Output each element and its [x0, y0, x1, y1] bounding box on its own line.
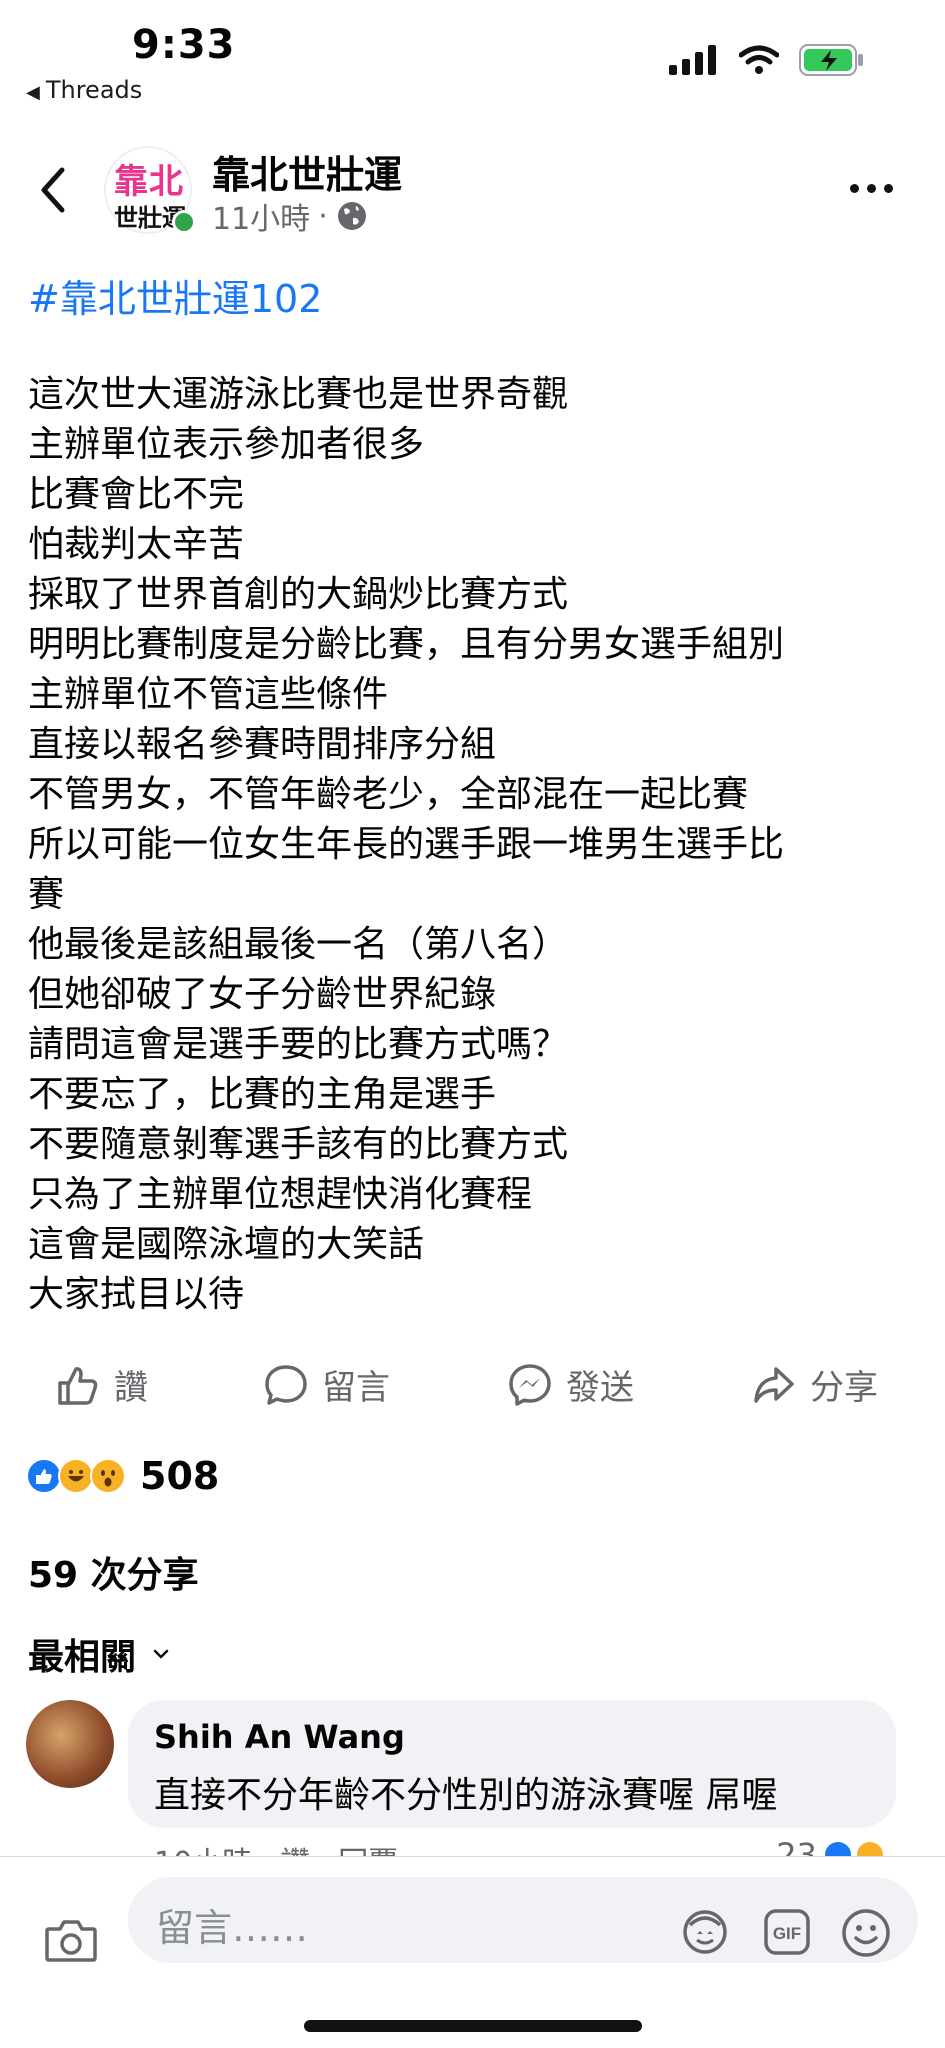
share-icon [754, 1366, 794, 1403]
post-line: 不要忘了，比賽的主角是選手 [28, 1074, 497, 1115]
post-line: 但她卻破了女子分齡世界紀錄 [28, 974, 497, 1015]
page-avatar[interactable]: 靠北 世壯運 [104, 146, 196, 234]
emoji-icon[interactable] [840, 1907, 892, 1959]
share-label: 分享 [810, 1368, 878, 1408]
reaction-count: 508 [140, 1454, 220, 1498]
post-line: 怕裁判太辛苦 [28, 524, 245, 565]
like-label: 讚 [114, 1368, 148, 1408]
post-line: 明明比賽制度是分齡比賽，且有分男女選手組別 [28, 624, 785, 665]
share-count[interactable]: 59 次分享 [28, 1546, 199, 1598]
back-triangle-icon: ◀ [26, 82, 40, 103]
comment-author[interactable]: Shih An Wang [154, 1718, 405, 1756]
home-indicator [304, 2020, 642, 2032]
chevron-down-icon [153, 1649, 169, 1659]
post-line: 這次世大運游泳比賽也是世界奇觀 [28, 374, 569, 415]
camera-icon[interactable] [44, 1917, 98, 1963]
post-line: 主辦單位不管這些條件 [28, 674, 389, 715]
gif-icon[interactable]: GIF [762, 1907, 812, 1957]
post-time[interactable]: 11小時 [212, 194, 310, 238]
battery-icon [799, 44, 863, 76]
back-arrow-icon[interactable] [32, 160, 76, 220]
post-hashtag[interactable]: #靠北世壯運102 [28, 268, 322, 323]
post-line: 所以可能一位女生年長的選手跟一堆男生選手比 [28, 824, 785, 865]
send-label: 發送 [566, 1368, 634, 1408]
haha-reaction-icon [58, 1458, 94, 1494]
post-line: 請問這會是選手要的比賽方式嗎？ [28, 1024, 569, 1065]
messenger-icon [509, 1363, 551, 1406]
sort-label: 最相關 [28, 1637, 137, 1678]
post-actions: 讚 留言 發送 分享 [0, 1360, 945, 1420]
post-body: 這次世大運游泳比賽也是世界奇觀 主辦單位表示參加者很多 比賽會比不完 怕裁判太辛… [28, 370, 928, 1320]
post-line: 主辦單位表示參加者很多 [28, 424, 425, 465]
like-reaction-icon [26, 1458, 62, 1494]
back-to-app[interactable]: ◀ Threads [26, 76, 142, 104]
status-time: 9:33 [132, 22, 236, 68]
commenter-avatar[interactable] [26, 1700, 114, 1788]
online-status-dot [172, 210, 196, 234]
send-button[interactable]: 發送 [508, 1360, 634, 1409]
post-line: 這會是國際泳壇的大笑話 [28, 1224, 425, 1265]
reaction-summary[interactable]: 508 [26, 1454, 219, 1498]
post-line: 採取了世界首創的大鍋炒比賽方式 [28, 574, 569, 615]
svg-text:GIF: GIF [773, 1924, 801, 1943]
post-line: 直接以報名參賽時間排序分組 [28, 724, 497, 765]
comment-label: 留言 [322, 1368, 390, 1408]
comment-text: 直接不分年齡不分性別的游泳賽喔 屌喔 [154, 1775, 778, 1816]
post-line: 大家拭目以待 [28, 1274, 245, 1315]
comment-button[interactable]: 留言 [264, 1360, 390, 1409]
post-line: 賽 [28, 874, 65, 915]
post-line: 不管男女，不管年齡老少，全部混在一起比賽 [28, 774, 749, 815]
like-button[interactable]: 讚 [56, 1360, 148, 1409]
comment-input[interactable]: 留言…… GIF [128, 1877, 918, 1963]
post-line: 比賽會比不完 [28, 474, 245, 515]
like-icon [58, 1366, 98, 1405]
signal-icon [669, 45, 716, 75]
page-avatar-text-top: 靠北 [114, 162, 184, 202]
post-line: 他最後是該組最後一名（第八名） [28, 924, 569, 965]
wow-reaction-icon [90, 1458, 126, 1494]
post-line: 不要隨意剝奪選手該有的比賽方式 [28, 1124, 569, 1165]
share-button[interactable]: 分享 [752, 1360, 878, 1409]
post-line: 只為了主辦單位想趕快消化賽程 [28, 1174, 533, 1215]
comment-icon [265, 1364, 307, 1405]
more-icon[interactable] [850, 184, 893, 193]
meta-separator: · [318, 198, 328, 234]
status-icons [669, 44, 865, 76]
back-app-label: Threads [45, 76, 143, 104]
page-name[interactable]: 靠北世壯運 [212, 144, 402, 199]
comment-placeholder: 留言…… [156, 1906, 309, 1950]
post-meta: 11小時 · [212, 194, 368, 238]
globe-icon [337, 202, 366, 230]
avatar-sticker-icon[interactable] [680, 1907, 730, 1957]
comment-sort[interactable]: 最相關 [28, 1628, 170, 1680]
comment-composer: 留言…… GIF [0, 1856, 945, 2048]
wifi-icon [739, 45, 779, 74]
